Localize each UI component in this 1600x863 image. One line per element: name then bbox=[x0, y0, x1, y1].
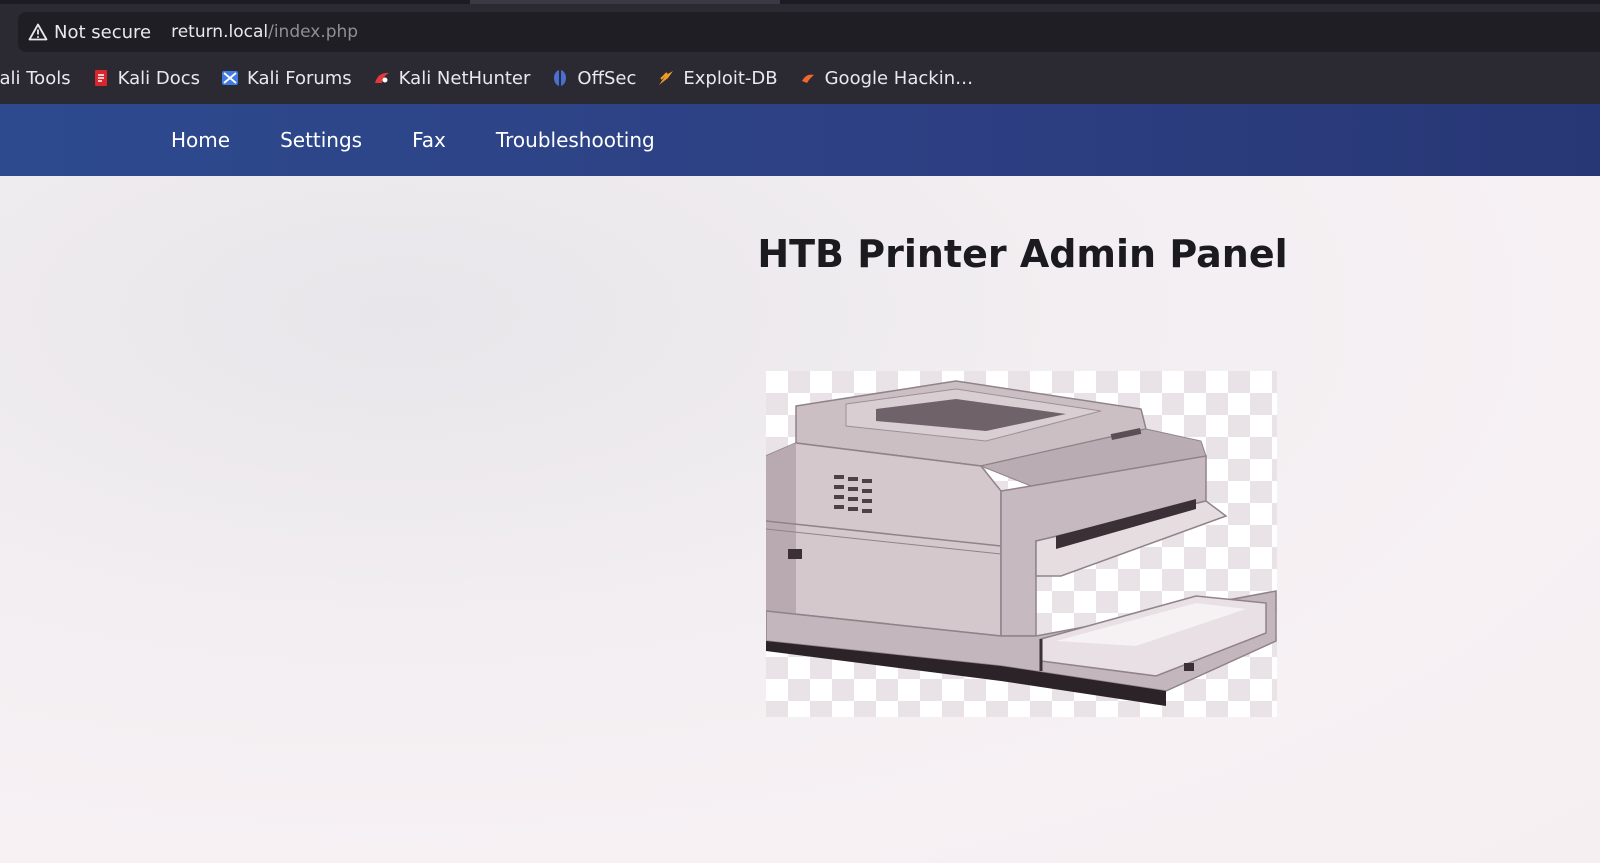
google-hacking-icon bbox=[801, 74, 814, 83]
url-text[interactable]: return.local/index.php bbox=[171, 22, 358, 42]
bookmark-label: Kali Tools bbox=[0, 67, 71, 89]
bookmark-exploit-db[interactable]: Exploit-DB bbox=[657, 67, 778, 89]
bookmark-offsec[interactable]: OffSec bbox=[551, 68, 636, 89]
site-navbar: Home Settings Fax Troubleshooting bbox=[0, 104, 1600, 176]
bookmark-label: Kali Docs bbox=[117, 67, 200, 89]
offsec-icon bbox=[554, 70, 567, 86]
address-bar[interactable]: Not secure return.local/index.php bbox=[18, 12, 1600, 52]
nav-troubleshooting[interactable]: Troubleshooting bbox=[496, 128, 655, 152]
page-title: HTB Printer Admin Panel bbox=[757, 232, 1288, 276]
browser-chrome: Not secure return.local/index.php Kali T… bbox=[0, 0, 1600, 104]
kali-docs-icon bbox=[94, 70, 107, 86]
bookmark-kali-nethunter[interactable]: Kali NetHunter bbox=[373, 67, 531, 89]
bookmark-kali-docs[interactable]: Kali Docs bbox=[92, 68, 200, 89]
bookmark-kali-tools[interactable]: Kali Tools bbox=[0, 68, 71, 89]
bookmark-label: Kali Forums bbox=[246, 67, 352, 89]
active-tab[interactable] bbox=[470, 0, 780, 4]
url-path: /index.php bbox=[268, 22, 359, 42]
bookmark-label: Google Hackin… bbox=[824, 67, 974, 89]
exploit-db-icon bbox=[659, 71, 674, 85]
warning-triangle-icon bbox=[28, 23, 48, 41]
nav-home[interactable]: Home bbox=[171, 128, 230, 152]
bookmark-label: Kali NetHunter bbox=[398, 67, 531, 89]
nav-fax[interactable]: Fax bbox=[412, 128, 446, 152]
url-host: return.local bbox=[171, 22, 269, 42]
tab-strip bbox=[0, 0, 1600, 4]
main-content: HTB Printer Admin Panel bbox=[0, 176, 1600, 863]
security-indicator[interactable]: Not secure bbox=[28, 22, 151, 43]
kali-forums-icon bbox=[221, 71, 238, 85]
nethunter-icon bbox=[374, 72, 389, 83]
nav-settings[interactable]: Settings bbox=[280, 128, 362, 152]
printer-image bbox=[765, 371, 1277, 717]
bookmark-label: Exploit-DB bbox=[683, 67, 778, 89]
bookmarks-bar: Kali Tools Kali Docs Kali Forums Kali Ne… bbox=[0, 58, 994, 98]
printer-icon bbox=[765, 380, 1277, 706]
bookmark-label: OffSec bbox=[577, 67, 637, 89]
bookmark-google-hacking[interactable]: Google Hackin… bbox=[799, 67, 974, 89]
bookmark-kali-forums[interactable]: Kali Forums bbox=[221, 68, 352, 89]
security-label: Not secure bbox=[54, 21, 152, 43]
